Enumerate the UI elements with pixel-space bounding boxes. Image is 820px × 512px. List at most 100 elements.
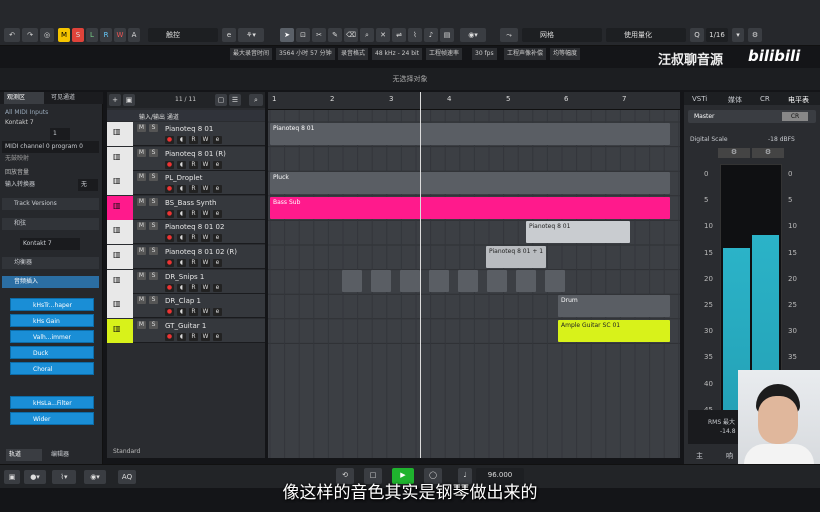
write-icon[interactable]: W [201,283,210,292]
edit-icon[interactable]: e [213,234,222,243]
link-icon[interactable]: e [222,28,236,42]
solo-button[interactable]: S [149,124,158,132]
read-icon[interactable]: R [189,136,198,144]
clip-drum-snip[interactable] [429,270,449,292]
track-name[interactable]: Pianoteq 8 01 [165,125,213,133]
write-button[interactable]: W [114,28,126,42]
tab-cr[interactable]: CR [760,95,770,103]
solo-button[interactable]: S [149,296,158,305]
read-icon[interactable]: R [189,332,198,341]
color-menu-icon[interactable]: ◉▾ [460,28,486,42]
solo-button[interactable]: S [149,173,158,182]
mute-button[interactable]: M [137,197,146,206]
record-enable-icon[interactable]: ● [165,234,174,243]
section-inserts[interactable]: 音频插入 [2,276,99,288]
track-row[interactable]: ▥ M S Pianoteq 8 01 ● ◖ R W e [107,122,265,146]
tab-media[interactable]: 媒体 [728,95,742,105]
ruler[interactable]: 1 2 3 4 5 6 7 [268,92,680,110]
snap-type-select[interactable]: 网格 [522,28,602,42]
monitor-icon[interactable]: ◖ [177,308,186,317]
track-name[interactable]: PL_Droplet [165,174,202,182]
track-name[interactable]: Pianoteq 8 01 (R) [165,150,226,158]
add-track-icon[interactable]: + [109,94,121,106]
monitor-icon[interactable]: ◖ [177,283,186,292]
clip-bass[interactable]: Bass Sub [270,197,670,219]
edit-icon[interactable]: e [213,283,222,292]
read-icon[interactable]: R [189,234,198,243]
monitor-icon[interactable]: ◖ [177,160,186,169]
play-tool-icon[interactable]: ♪ [424,28,438,42]
tab-main[interactable]: 主 [696,451,703,461]
insert-slot-5[interactable]: Choral [10,362,94,375]
tab-meter[interactable]: 电平表 [788,95,809,105]
monitor-icon[interactable]: ◖ [177,234,186,243]
clip-drum[interactable]: Drum [558,295,670,317]
automation-mode-select[interactable]: 触控 [148,28,218,42]
edit-icon[interactable]: e [213,332,222,341]
track-name[interactable]: Pianoteq 8 01 02 [165,223,224,231]
tab-vsti[interactable]: VSTi [692,95,707,103]
undo-icon[interactable]: ↶ [4,28,20,42]
playhead[interactable] [420,92,421,458]
clip-guitar[interactable]: Ample Guitar SC 01 [558,320,670,342]
drum-map[interactable]: 无鼓映射 [2,153,99,165]
record-enable-icon[interactable]: ● [165,185,174,194]
clip-drum-snip[interactable] [342,270,362,292]
record-enable-icon[interactable]: ● [165,332,174,341]
write-icon[interactable]: W [201,308,210,317]
read-icon[interactable]: R [189,283,198,292]
tab-cue[interactable]: 响 [726,451,733,461]
read-icon[interactable]: R [189,308,198,317]
edit-icon[interactable]: e [213,209,222,218]
section-eq[interactable]: 均衡器 [2,257,99,269]
record-enable-icon[interactable]: ● [165,259,174,267]
track-row[interactable]: ▥ M S Pianoteq 8 01 02 (R) ● ◖ R W e [107,245,265,269]
read-button[interactable]: R [100,28,112,42]
quantize-value[interactable]: 1/16 [706,28,728,42]
insert-slot-1[interactable]: kHsTr...haper [10,298,94,311]
track-row[interactable]: ▥ M S Pianoteq 8 01 (R) ● ◖ R W e [107,146,265,171]
monitor-icon[interactable]: ◖ [177,136,186,144]
clip-drum-snip[interactable] [458,270,478,292]
read-icon[interactable]: R [189,160,198,169]
a-button[interactable]: A [128,28,140,42]
constrain-icon[interactable]: ⚘▾ [238,28,264,42]
track-name[interactable]: Pianoteq 8 01 02 (R) [165,248,237,256]
monitor-icon[interactable]: ◖ [177,259,186,267]
insert-slot-8[interactable]: Wider [10,412,94,425]
write-icon[interactable]: W [201,234,210,243]
track-row[interactable]: ▥ M S DR_Snips 1 ● ◖ R W e [107,269,265,294]
record-enable-icon[interactable]: ● [165,160,174,169]
monitor-icon[interactable]: ◖ [177,185,186,194]
clip-drum-snip[interactable] [400,270,420,292]
mute-button[interactable]: M [137,296,146,305]
write-icon[interactable]: W [201,160,210,169]
settings-icon[interactable]: ⚙ [748,28,762,42]
zoom-tool-icon[interactable]: ⌕ [360,28,374,42]
solo-button[interactable]: S [149,320,158,329]
range-tool-icon[interactable]: ⊡ [296,28,310,42]
clip-drum-snip[interactable] [545,270,565,292]
insert-slot-7[interactable]: kHsLa...Filter [10,396,94,409]
mute-button[interactable]: M [137,148,146,157]
mute-button[interactable]: M [137,271,146,280]
clip-drum-snip[interactable] [371,270,391,292]
search-icon[interactable]: ⌕ [249,94,263,106]
edit-icon[interactable]: e [213,259,222,267]
monitor-icon[interactable]: ◖ [177,209,186,218]
solo-button[interactable]: S [149,197,158,206]
solo-button[interactable]: S [149,148,158,157]
folder-icon[interactable]: ▣ [123,94,135,106]
tab-track[interactable]: 轨道 [6,449,42,461]
record-enable-icon[interactable]: ● [165,136,174,144]
track-row[interactable]: ▥ M S DR_Clap 1 ● ◖ R W e [107,294,265,319]
edit-icon[interactable]: e [213,160,222,169]
quantize-icon[interactable]: Q [690,28,704,42]
solo-global-button[interactable]: S [72,28,84,42]
track-row[interactable]: ▥ M S PL_Droplet ● ◖ R W e [107,171,265,196]
write-icon[interactable]: W [201,259,210,267]
snap-toggle-icon[interactable]: ⤳ [500,28,518,42]
tab-visibility[interactable]: 可见通道 [48,92,92,104]
color-tool-icon[interactable]: ▤ [440,28,454,42]
write-icon[interactable]: W [201,185,210,194]
